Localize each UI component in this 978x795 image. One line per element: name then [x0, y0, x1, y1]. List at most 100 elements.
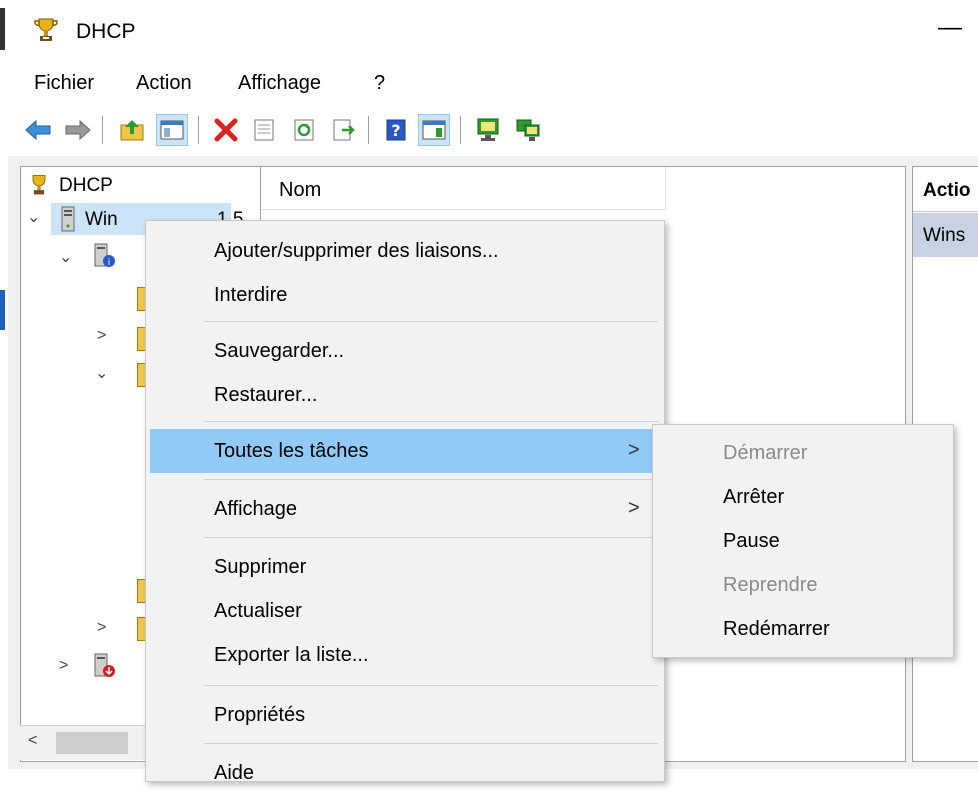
menu-item-interdire[interactable]: Interdire: [150, 273, 658, 317]
dhcp-trophy-icon: [34, 18, 58, 41]
show-hide-action-pane-icon: [422, 120, 446, 140]
chevron-down-icon[interactable]: ⌄: [27, 207, 40, 227]
submenu-arrow-icon: >: [628, 497, 640, 519]
submenu-toutes-les-taches: Démarrer Arrêter Pause Reprendre Redémar…: [652, 424, 954, 658]
show-hide-action-pane-button[interactable]: [418, 114, 450, 146]
tree-server[interactable]: Win: [85, 209, 118, 231]
refresh-button[interactable]: [288, 114, 320, 146]
toolbar-separator: [460, 116, 461, 144]
monitor-network-button[interactable]: [512, 114, 544, 146]
menu-fichier[interactable]: Fichier: [34, 72, 94, 95]
toolbar: ?: [8, 104, 978, 157]
menu-separator: [204, 321, 658, 322]
export-list-icon: [333, 119, 355, 141]
menu-item-toutes-les-taches[interactable]: Toutes les tâches >: [150, 429, 658, 473]
left-edge-strip: [0, 0, 5, 769]
list-header: Nom: [261, 167, 666, 210]
minimize-button[interactable]: —: [938, 14, 962, 42]
chevron-right-icon[interactable]: >: [97, 619, 106, 637]
menu-item-label: Interdire: [214, 284, 288, 306]
actions-server-label: Wins: [923, 225, 966, 246]
monitor-button[interactable]: [472, 114, 504, 146]
submenu-item-label: Arrêter: [723, 486, 785, 508]
show-hide-console-tree-button[interactable]: [156, 114, 188, 146]
show-hide-console-tree-icon: [160, 120, 184, 140]
monitor-green-icon: [477, 118, 499, 141]
menu-item-supprimer[interactable]: Supprimer: [150, 545, 658, 589]
scroll-left-arrow-icon[interactable]: <: [28, 732, 37, 750]
title-bar: DHCP —: [8, 0, 978, 62]
up-one-level-button[interactable]: [116, 114, 148, 146]
properties-icon: [254, 119, 274, 141]
menu-item-restaurer[interactable]: Restaurer...: [150, 373, 658, 417]
back-arrow-icon: [25, 119, 51, 141]
server-icon: [61, 206, 75, 232]
context-menu: Ajouter/supprimer des liaisons... Interd…: [145, 220, 665, 784]
menu-bar: Fichier Action Affichage ?: [8, 62, 978, 105]
window-title: DHCP: [76, 20, 136, 43]
ipv6-server-icon: [94, 653, 115, 677]
chevron-down-icon[interactable]: ⌄: [59, 247, 72, 267]
chevron-down-icon[interactable]: ⌄: [95, 363, 108, 383]
up-folder-icon: [120, 120, 144, 141]
actions-title: Actio: [923, 180, 971, 201]
menu-item-label: Ajouter/supprimer des liaisons...: [214, 240, 499, 262]
menu-item-label: Propriétés: [214, 704, 306, 726]
submenu-item-label: Pause: [723, 530, 780, 552]
chevron-right-icon[interactable]: >: [97, 327, 106, 345]
menu-item-proprietes[interactable]: Propriétés: [150, 693, 658, 737]
submenu-item-arreter[interactable]: Arrêter: [657, 475, 947, 519]
monitor-network-icon: [516, 119, 540, 141]
submenu-arrow-icon: >: [628, 439, 640, 461]
menu-item-label: Restaurer...: [214, 384, 318, 406]
column-header-nom[interactable]: Nom: [279, 179, 321, 202]
submenu-item-label: Démarrer: [723, 442, 808, 464]
toolbar-separator: [102, 116, 103, 144]
edge-mark: [0, 290, 5, 330]
menu-item-exporter-la-liste[interactable]: Exporter la liste...: [150, 633, 658, 677]
menu-item-aide[interactable]: Aide: [150, 751, 658, 795]
scrollbar-thumb[interactable]: [56, 732, 128, 754]
menu-item-label: Aide: [214, 762, 255, 784]
submenu-item-label: Reprendre: [723, 574, 818, 596]
menu-item-label: Exporter la liste...: [214, 644, 369, 666]
menu-item-label: Toutes les tâches: [214, 440, 369, 462]
ipv4-server-icon: i: [94, 243, 115, 268]
back-button[interactable]: [22, 114, 54, 146]
delete-button[interactable]: [210, 114, 242, 146]
menu-item-label: Affichage: [214, 498, 298, 520]
refresh-icon: [294, 119, 314, 141]
forward-button[interactable]: [62, 114, 94, 146]
menu-item-ajouter-supprimer-liaisons[interactable]: Ajouter/supprimer des liaisons...: [150, 229, 658, 273]
export-list-button[interactable]: [328, 114, 360, 146]
menu-help[interactable]: ?: [374, 72, 385, 95]
submenu-item-demarrer[interactable]: Démarrer: [657, 431, 947, 475]
menu-affichage[interactable]: Affichage: [238, 72, 321, 95]
actions-server-section[interactable]: Wins: [913, 213, 978, 257]
menu-item-label: Actualiser: [214, 600, 302, 622]
menu-item-sauvegarder[interactable]: Sauvegarder...: [150, 329, 658, 373]
svg-text:?: ?: [391, 121, 400, 140]
menu-item-label: Supprimer: [214, 556, 307, 578]
submenu-item-redemarrer[interactable]: Redémarrer: [657, 607, 947, 651]
menu-action[interactable]: Action: [136, 72, 192, 95]
toolbar-separator: [368, 116, 369, 144]
menu-item-actualiser[interactable]: Actualiser: [150, 589, 658, 633]
svg-text:i: i: [108, 258, 111, 268]
menu-separator: [204, 479, 658, 480]
chevron-right-icon[interactable]: >: [59, 657, 68, 675]
menu-separator: [204, 421, 658, 422]
actions-header: Actio: [913, 167, 978, 212]
menu-separator: [204, 537, 658, 538]
submenu-item-pause[interactable]: Pause: [657, 519, 947, 563]
properties-button[interactable]: [248, 114, 280, 146]
menu-separator: [204, 685, 658, 686]
edge-mark: [0, 8, 5, 50]
menu-item-affichage[interactable]: Affichage >: [150, 487, 658, 531]
help-button[interactable]: ?: [380, 114, 412, 146]
delete-icon: [214, 118, 238, 142]
dhcp-trophy-icon: [32, 175, 46, 195]
submenu-item-reprendre[interactable]: Reprendre: [657, 563, 947, 607]
toolbar-separator: [198, 116, 199, 144]
tree-root-dhcp[interactable]: DHCP: [59, 175, 113, 197]
